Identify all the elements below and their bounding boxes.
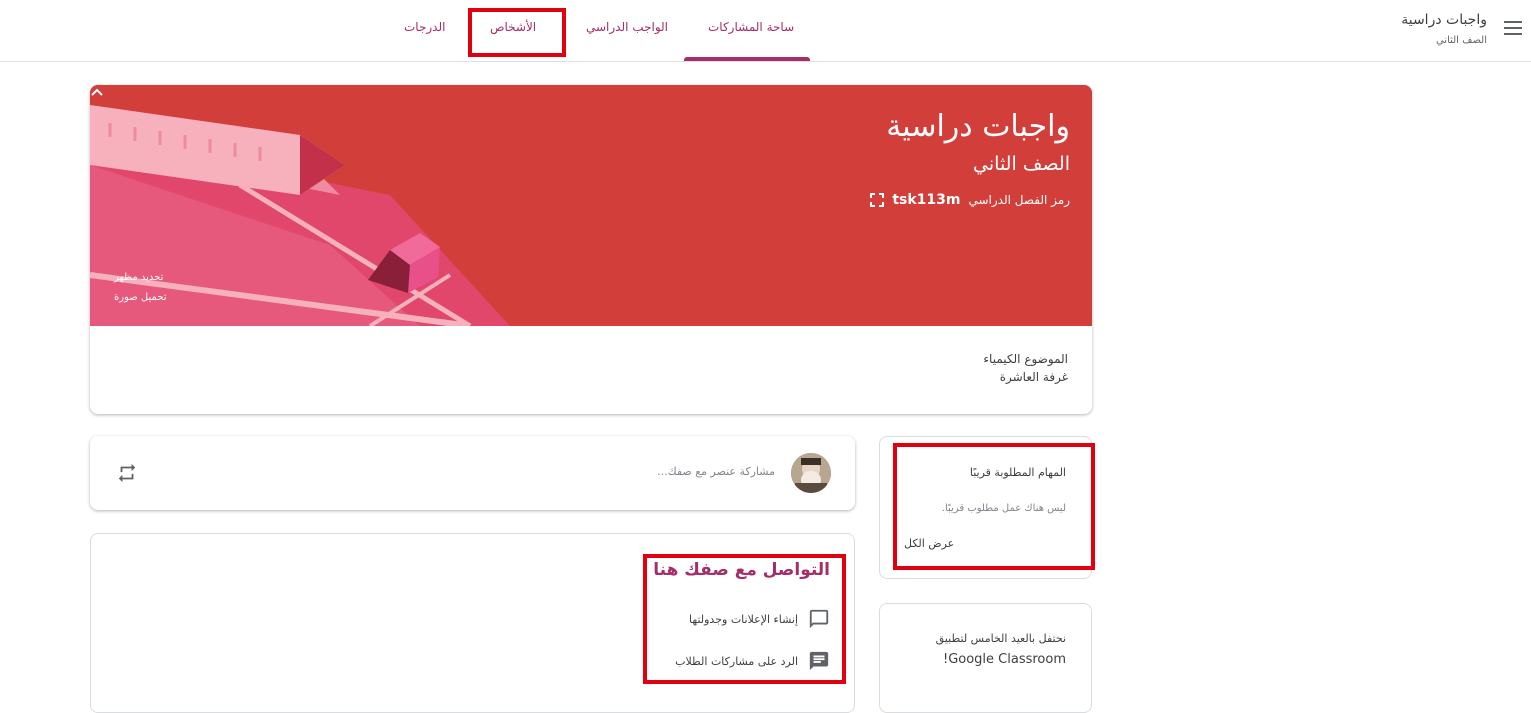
class-header-card: واجبات دراسية الصف الثاني رمز الفصل الدر… <box>90 85 1092 414</box>
share-placeholder: مشاركة عنصر مع صفك... <box>657 465 775 478</box>
upcoming-card: المهام المطلوبة قريبًا ليس هناك عمل مطلو… <box>879 436 1092 579</box>
share-with-class-box[interactable]: مشاركة عنصر مع صفك... <box>90 436 855 510</box>
comment-filled-icon <box>809 651 829 671</box>
tab-classwork[interactable]: الواجب الدراسي <box>586 20 668 34</box>
fullscreen-icon[interactable] <box>870 193 885 207</box>
repost-icon[interactable] <box>116 462 138 484</box>
celebration-product: Google Classroom! <box>942 652 1066 667</box>
active-tab-indicator <box>684 57 810 61</box>
list-item: إنشاء الإعلانات وجدولتها <box>689 608 830 630</box>
upcoming-empty-text: ليس هناك عمل مطلوب قريبًا. <box>941 503 1066 514</box>
banner-class-title: واجبات دراسية <box>886 109 1070 144</box>
class-subject: الموضوع الكيمياء <box>983 352 1068 366</box>
list-item-label: إنشاء الإعلانات وجدولتها <box>689 612 798 626</box>
avatar <box>791 453 831 493</box>
class-code-row: رمز الفصل الدراسي tsk113m <box>870 192 1070 208</box>
list-item: الرد على مشاركات الطلاب <box>675 650 830 672</box>
class-code-value[interactable]: tsk113m <box>892 192 960 208</box>
upload-photo-link[interactable]: تحميل صورة <box>114 292 167 303</box>
top-bar: واجبات دراسية الصف الثاني ساحة المشاركات… <box>0 0 1531 62</box>
view-all-link[interactable]: عرض الكل <box>904 537 954 550</box>
class-code-label: رمز الفصل الدراسي <box>968 193 1070 207</box>
upcoming-title: المهام المطلوبة قريبًا <box>969 466 1066 479</box>
celebration-card[interactable]: نحتفل بالعيد الخامس لتطبيق Google Classr… <box>879 603 1092 713</box>
communicate-card: التواصل مع صفك هنا إنشاء الإعلانات وجدول… <box>90 533 855 713</box>
class-name[interactable]: واجبات دراسية <box>1401 12 1487 28</box>
select-theme-link[interactable]: تحديد مظهر <box>114 272 163 283</box>
tab-grades[interactable]: الدرجات <box>404 20 445 34</box>
comment-outline-icon <box>809 609 829 629</box>
communicate-title: التواصل مع صفك هنا <box>653 560 830 580</box>
list-item-label: الرد على مشاركات الطلاب <box>675 654 798 668</box>
class-section: الصف الثاني <box>1435 35 1487 46</box>
class-room: غرفة العاشرة <box>999 370 1068 384</box>
class-details: الموضوع الكيمياء غرفة العاشرة <box>983 350 1068 386</box>
banner-class-section: الصف الثاني <box>973 153 1070 175</box>
class-banner: واجبات دراسية الصف الثاني رمز الفصل الدر… <box>90 85 1092 326</box>
chevron-up-icon[interactable] <box>90 85 104 99</box>
main-menu-icon[interactable] <box>1504 21 1522 35</box>
celebration-text: نحتفل بالعيد الخامس لتطبيق <box>935 632 1066 645</box>
tab-people[interactable]: الأشخاص <box>490 20 536 34</box>
tab-stream[interactable]: ساحة المشاركات <box>708 20 794 34</box>
